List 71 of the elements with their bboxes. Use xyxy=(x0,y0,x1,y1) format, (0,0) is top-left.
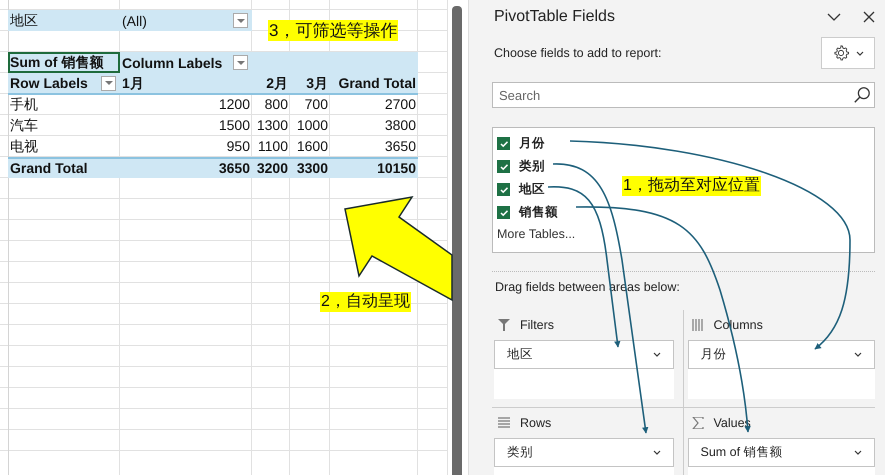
area-field-dropdown[interactable]: Sum of 销售额 xyxy=(688,438,875,467)
table-cell: Grand Total xyxy=(8,157,120,178)
table-cell-text: 1500 xyxy=(218,116,251,135)
dropdown-button[interactable] xyxy=(233,13,248,28)
check-icon xyxy=(498,184,508,194)
close-icon[interactable] xyxy=(863,11,875,23)
table-cell: Sum of 销售额 xyxy=(8,52,120,73)
field-label[interactable]: 类别 xyxy=(519,158,545,175)
table-cell-text: Column Labels xyxy=(122,54,222,72)
chevron-down-icon xyxy=(652,352,660,357)
field-label[interactable]: 地区 xyxy=(519,181,545,198)
table-cell: 3300 xyxy=(290,157,330,178)
table-cell-text: 700 xyxy=(304,95,329,114)
column-header: Grand Total xyxy=(330,73,418,95)
field-label[interactable]: 月份 xyxy=(519,135,545,152)
chevron-down-icon[interactable] xyxy=(827,13,841,21)
table-cell: 10150 xyxy=(330,157,418,178)
column-header: 1月 xyxy=(120,73,252,95)
table-cell-text: 3650 xyxy=(384,137,417,156)
check-icon xyxy=(498,208,508,218)
table-cell-text: 1000 xyxy=(296,116,329,135)
column-header: 3月 xyxy=(290,73,330,95)
area-label: Filters xyxy=(520,318,554,332)
table-cell-text: Row Labels xyxy=(10,74,88,93)
table-cell: 地区 xyxy=(8,10,120,31)
table-cell-text: 2700 xyxy=(384,95,417,114)
table-cell: 3200 xyxy=(252,157,290,178)
checkbox[interactable] xyxy=(497,160,510,173)
dropdown-button[interactable] xyxy=(233,55,248,70)
area-field-dropdown[interactable]: 类别 xyxy=(494,438,674,467)
table-cell-text: 1300 xyxy=(256,116,289,135)
table-cell: 3650 xyxy=(120,157,252,178)
table-cell-text: 1600 xyxy=(296,137,329,156)
table-cell-text: 1200 xyxy=(218,95,251,114)
rows-icon xyxy=(498,417,510,429)
field-label[interactable]: 销售额 xyxy=(519,204,558,221)
annotation-label: 2，自动呈现 xyxy=(320,292,411,312)
filter-icon xyxy=(498,319,510,331)
search-field[interactable]: Search xyxy=(492,82,875,108)
search-icon[interactable] xyxy=(853,86,871,104)
table-cell-text: 手机 xyxy=(9,95,39,114)
more-tables-link[interactable]: More Tables... xyxy=(497,227,576,241)
chevron-down-icon xyxy=(652,450,660,455)
annotation-label: 3，可筛选等操作 xyxy=(268,20,398,42)
table-cell-text: (All) xyxy=(122,12,147,30)
settings-button[interactable] xyxy=(821,37,875,69)
table-cell-text: 950 xyxy=(226,137,251,156)
columns-icon xyxy=(692,319,704,331)
table-cell-text: 电视 xyxy=(9,137,39,156)
annotation-label: 1，拖动至对应位置 xyxy=(622,176,761,196)
chevron-down-icon xyxy=(856,50,864,56)
column-header: 2月 xyxy=(252,73,290,95)
panel-subtitle: Choose fields to add to report: xyxy=(493,46,662,60)
table-cell-text: 汽车 xyxy=(9,116,39,135)
checkbox[interactable] xyxy=(497,206,510,219)
area-field-dropdown[interactable]: 地区 xyxy=(494,340,674,369)
area-field-dropdown[interactable]: 月份 xyxy=(688,340,875,369)
table-cell-text: 3800 xyxy=(384,116,417,135)
area-label: Rows xyxy=(520,416,552,430)
gear-icon xyxy=(832,44,850,62)
check-icon xyxy=(498,162,508,172)
checkbox[interactable] xyxy=(497,137,510,150)
table-cell-text: 1100 xyxy=(256,137,289,156)
panel-title: PivotTable Fields xyxy=(493,8,616,26)
checkbox[interactable] xyxy=(497,183,510,196)
chevron-down-icon xyxy=(854,450,862,455)
check-icon xyxy=(498,138,508,148)
table-cell-text: 800 xyxy=(264,95,289,114)
sigma-icon xyxy=(692,417,704,429)
chevron-down-icon xyxy=(854,352,862,357)
dropdown-button[interactable] xyxy=(101,76,116,90)
